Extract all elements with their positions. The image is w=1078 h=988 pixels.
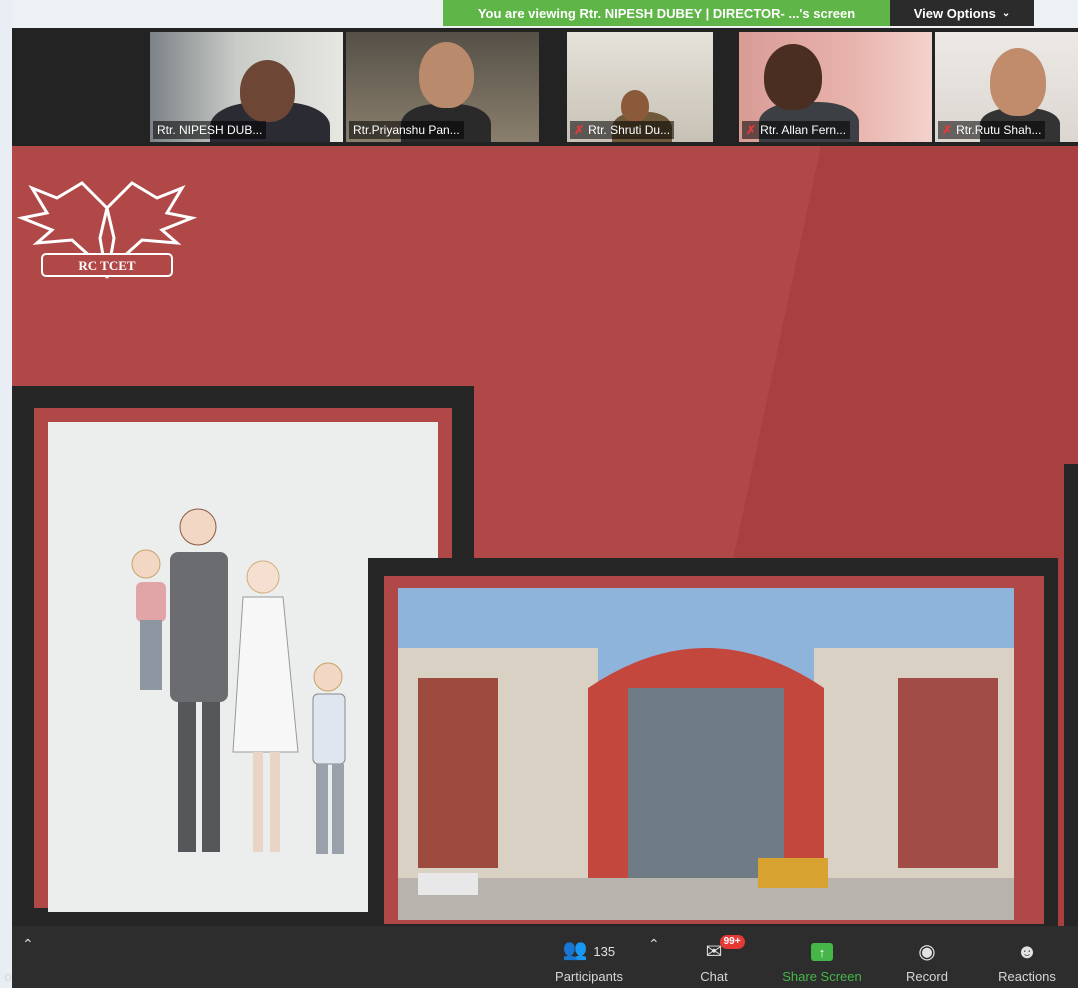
rc-tcet-logo: RC TCET bbox=[16, 181, 198, 279]
reactions-button[interactable]: ☻ Reactions bbox=[987, 926, 1067, 988]
record-icon: ◉ bbox=[918, 941, 936, 963]
meeting-toolbar: ⌃ o 👥 135 Participants ⌃ ✉ 99+ Chat ↑ Sha… bbox=[4, 926, 1078, 988]
chat-label: Chat bbox=[700, 969, 728, 984]
share-screen-icon: ↑ bbox=[811, 943, 833, 961]
participant-name: Rtr. NIPESH DUB... bbox=[153, 121, 267, 139]
participant-face bbox=[621, 90, 649, 122]
mall-photo bbox=[398, 588, 1014, 920]
mall-building bbox=[398, 588, 1014, 920]
viewing-banner-text: You are viewing Rtr. NIPESH DUBEY | DIRE… bbox=[477, 5, 856, 21]
video-tile[interactable]: ✗ Rtr. Shruti Du... bbox=[567, 32, 713, 142]
mall-photo-frame bbox=[368, 558, 1058, 926]
reactions-icon: ☻ bbox=[1016, 941, 1038, 963]
share-screen-label: Share Screen bbox=[782, 969, 862, 984]
viewing-banner: You are viewing Rtr. NIPESH DUBEY | DIRE… bbox=[443, 0, 890, 26]
chat-icon: ✉ 99+ bbox=[706, 935, 745, 963]
video-tile[interactable]: ✗ Rtr.Rutu Shah... bbox=[935, 32, 1078, 142]
participants-button[interactable]: 👥 135 Participants bbox=[544, 926, 634, 988]
participant-face bbox=[764, 44, 822, 110]
share-screen-button[interactable]: ↑ Share Screen bbox=[772, 926, 872, 988]
slide-frame-edge bbox=[1064, 464, 1078, 926]
chevron-down-icon: ⌄ bbox=[1001, 7, 1011, 19]
view-options-label: View Options bbox=[913, 5, 996, 21]
view-options-button[interactable]: View Options ⌄ bbox=[890, 0, 1034, 26]
mic-muted-icon: ✗ bbox=[574, 123, 585, 137]
logo-text: RC TCET bbox=[78, 258, 136, 273]
video-tile[interactable]: ✗ Rtr. Allan Fern... bbox=[739, 32, 932, 142]
chat-badge: 99+ bbox=[719, 935, 745, 949]
record-label: Record bbox=[906, 969, 948, 984]
participant-face bbox=[419, 42, 474, 108]
participant-name: ✗ Rtr. Allan Fern... bbox=[742, 121, 851, 139]
record-button[interactable]: ◉ Record bbox=[892, 926, 962, 988]
participant-name: ✗ Rtr. Shruti Du... bbox=[570, 121, 675, 139]
chevron-up-icon[interactable]: ⌃ bbox=[648, 936, 660, 953]
participant-name: Rtr.Priyanshu Pan... bbox=[349, 121, 464, 139]
participants-icon: 👥 135 bbox=[562, 939, 616, 961]
participants-count: 135 bbox=[593, 944, 616, 959]
chat-button[interactable]: ✉ 99+ Chat bbox=[682, 926, 746, 988]
mic-muted-icon: ✗ bbox=[746, 123, 757, 137]
participant-face bbox=[240, 60, 295, 122]
participant-face bbox=[990, 48, 1046, 116]
left-edge-strip bbox=[0, 0, 12, 988]
reactions-label: Reactions bbox=[998, 969, 1056, 984]
participant-name: ✗ Rtr.Rutu Shah... bbox=[938, 121, 1046, 139]
participants-label: Participants bbox=[555, 969, 623, 984]
chevron-up-icon[interactable]: ⌃ bbox=[22, 936, 34, 953]
shared-screen: RC TCET bbox=[12, 146, 1078, 926]
video-tile[interactable]: Rtr.Priyanshu Pan... bbox=[346, 32, 539, 142]
left-edge-label: o bbox=[4, 969, 12, 984]
video-tile[interactable]: Rtr. NIPESH DUB... bbox=[150, 32, 343, 142]
mic-muted-icon: ✗ bbox=[942, 123, 953, 137]
